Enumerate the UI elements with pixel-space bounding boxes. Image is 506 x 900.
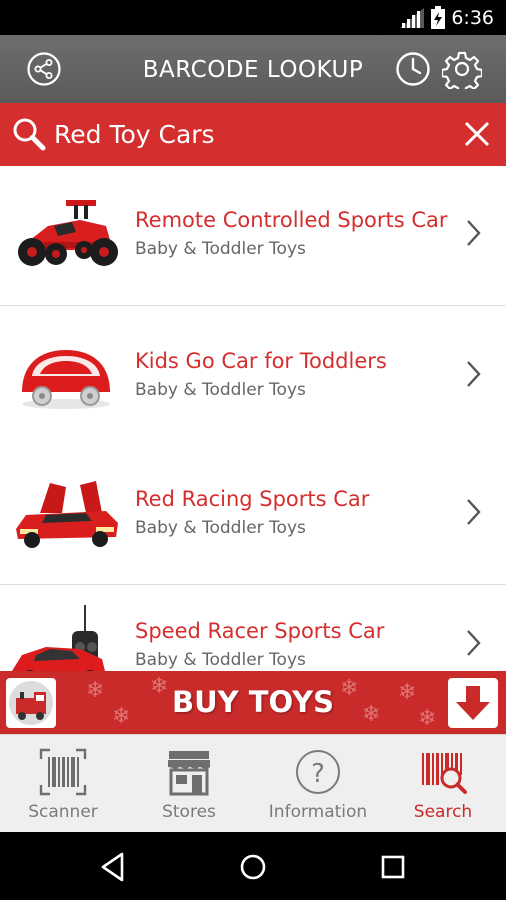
tab-label: Information [268, 802, 368, 822]
home-icon[interactable] [235, 849, 271, 885]
settings-gear-icon[interactable] [442, 49, 482, 89]
system-nav-bar [0, 832, 506, 900]
results-list: Remote Controlled Sports Car Baby & Todd… [0, 166, 506, 671]
result-row[interactable]: Remote Controlled Sports Car Baby & Todd… [0, 166, 506, 306]
speed-racer-car-image [12, 605, 105, 671]
download-arrow-icon[interactable] [448, 678, 498, 728]
chevron-right-icon [467, 630, 481, 656]
tab-label: Search [413, 802, 473, 822]
history-icon[interactable] [393, 49, 433, 89]
result-row[interactable]: Kids Go Car for Toddlers Baby & Toddler … [0, 306, 506, 446]
bottom-tab-bar: Scanner Stores ? Information Search [0, 734, 506, 833]
question-icon: ? [296, 750, 340, 794]
rc-sports-car-image [18, 200, 118, 266]
result-category: Baby & Toddler Toys [135, 380, 306, 400]
clear-search-icon[interactable] [462, 119, 492, 149]
tab-information[interactable]: ? Information [255, 735, 381, 833]
kids-go-car-image [22, 350, 110, 409]
buy-toys-label: BUY TOYS [171, 685, 335, 719]
tab-stores[interactable]: Stores [126, 735, 252, 833]
chevron-right-icon [467, 499, 481, 525]
result-title: Red Racing Sports Car [135, 487, 370, 511]
chevron-right-icon [467, 220, 481, 246]
tab-label: Scanner [28, 802, 98, 822]
result-row[interactable]: Red Racing Sports Car Baby & Toddler Toy… [0, 445, 506, 585]
status-time: 6:36 [451, 7, 494, 29]
result-category: Baby & Toddler Toys [135, 518, 306, 538]
search-input[interactable] [54, 113, 444, 155]
back-icon[interactable] [96, 849, 132, 885]
result-category: Baby & Toddler Toys [135, 239, 306, 259]
status-bar: 6:36 [0, 0, 506, 35]
search-icon [13, 118, 46, 151]
signal-icon [400, 8, 424, 28]
tab-label: Stores [162, 802, 216, 822]
buy-toys-banner[interactable]: ❄ ❄ ❄ ❄ ❄ ❄ ❄ BUY TOYS [0, 671, 506, 734]
recents-icon[interactable] [375, 849, 411, 885]
barcode-search-icon [422, 753, 467, 794]
result-category: Baby & Toddler Toys [135, 650, 306, 670]
tab-search[interactable]: Search [380, 735, 506, 833]
result-title: Remote Controlled Sports Car [135, 208, 448, 232]
search-bar [0, 103, 506, 166]
chevron-right-icon [467, 361, 481, 387]
svg-text:?: ? [311, 759, 325, 789]
result-title: Speed Racer Sports Car [135, 619, 385, 643]
result-title: Kids Go Car for Toddlers [135, 349, 387, 373]
racing-sports-car-image [16, 481, 118, 548]
result-row[interactable]: Speed Racer Sports Car Baby & Toddler To… [0, 585, 506, 671]
battery-charging-icon [431, 6, 445, 29]
barcode-icon [39, 748, 87, 796]
store-icon [168, 751, 210, 796]
tab-scanner[interactable]: Scanner [0, 735, 126, 833]
app-bar: BARCODE LOOKUP [0, 35, 506, 103]
